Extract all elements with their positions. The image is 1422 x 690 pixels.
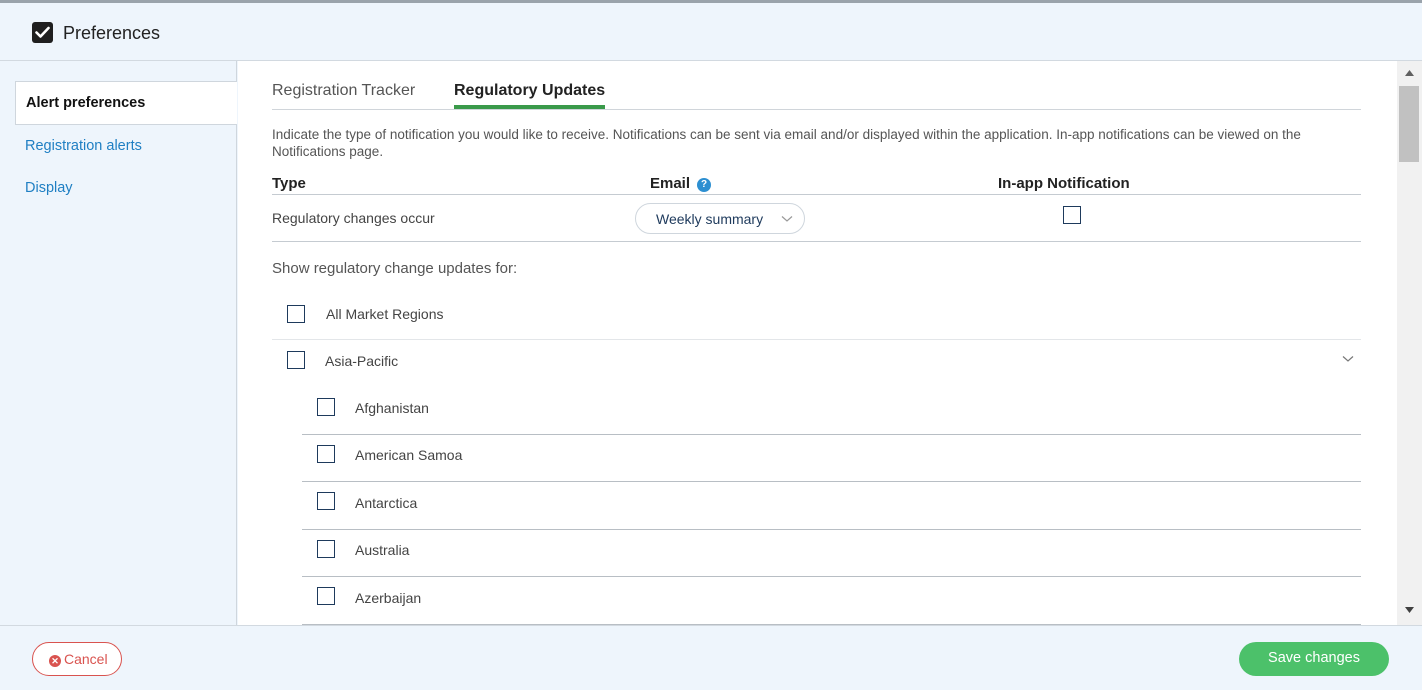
divider bbox=[302, 434, 1361, 435]
header-divider bbox=[272, 194, 1361, 195]
chevron-down-icon[interactable] bbox=[1342, 355, 1354, 363]
cancel-label: Cancel bbox=[64, 651, 108, 667]
asia-pacific-checkbox[interactable] bbox=[287, 351, 305, 369]
country-checkbox-azerbaijan[interactable] bbox=[317, 587, 335, 605]
row-label-regulatory-changes: Regulatory changes occur bbox=[272, 210, 435, 226]
column-header-inapp: In-app Notification bbox=[998, 175, 1130, 192]
dialog-title: Preferences bbox=[63, 23, 161, 43]
tab-regulatory-updates[interactable]: Regulatory Updates bbox=[454, 82, 606, 109]
country-label: Australia bbox=[355, 542, 410, 558]
inapp-notification-checkbox[interactable] bbox=[1063, 206, 1081, 224]
divider bbox=[302, 481, 1361, 482]
save-changes-button[interactable]: Save changes bbox=[1239, 642, 1389, 676]
help-icon[interactable]: ? bbox=[697, 178, 712, 192]
email-frequency-select[interactable]: Weekly summary bbox=[635, 203, 805, 234]
dialog-footer: ✕ Cancel Save changes bbox=[0, 625, 1422, 690]
tab-divider bbox=[272, 109, 1361, 110]
country-checkbox-afghanistan[interactable] bbox=[317, 398, 335, 416]
sidebar-item-display[interactable]: Display bbox=[15, 167, 237, 211]
row-divider bbox=[272, 241, 1361, 242]
country-label: Antarctica bbox=[355, 495, 418, 511]
tab-registration-tracker[interactable]: Registration Tracker bbox=[272, 82, 415, 109]
scrollbar-thumb[interactable] bbox=[1399, 86, 1419, 162]
divider bbox=[272, 339, 1361, 340]
column-header-email-label: Email bbox=[650, 175, 691, 192]
asia-pacific-label: Asia-Pacific bbox=[325, 353, 399, 369]
description-text: Indicate the type of notification you wo… bbox=[272, 127, 1301, 159]
checkbox-checked-icon bbox=[32, 22, 53, 43]
country-label: Azerbaijan bbox=[355, 590, 422, 606]
country-label: Afghanistan bbox=[355, 400, 429, 416]
regions-label: Show regulatory change updates for: bbox=[272, 260, 518, 277]
scroll-down-arrow-icon[interactable] bbox=[1405, 607, 1414, 613]
email-frequency-value: Weekly summary bbox=[656, 211, 764, 227]
sidebar-item-registration-alerts[interactable]: Registration alerts bbox=[15, 125, 237, 169]
close-circle-icon: ✕ bbox=[49, 655, 61, 667]
country-checkbox-antarctica[interactable] bbox=[317, 492, 335, 510]
all-market-regions-checkbox[interactable] bbox=[287, 305, 305, 323]
sidebar: Alert preferences Registration alerts Di… bbox=[0, 61, 237, 625]
dialog-header: Preferences bbox=[0, 3, 1422, 61]
cancel-button[interactable]: ✕ Cancel bbox=[32, 642, 122, 676]
all-market-regions-label: All Market Regions bbox=[326, 306, 444, 322]
main-panel: Registration Tracker Regulatory Updates … bbox=[238, 61, 1397, 625]
chevron-down-icon bbox=[781, 216, 793, 222]
country-checkbox-american-samoa[interactable] bbox=[317, 445, 335, 463]
divider bbox=[302, 529, 1361, 530]
country-checkbox-australia[interactable] bbox=[317, 540, 335, 558]
sidebar-item-alert-preferences[interactable]: Alert preferences bbox=[15, 81, 237, 125]
divider bbox=[302, 576, 1361, 577]
country-label: American Samoa bbox=[355, 447, 463, 463]
column-header-email: Email? bbox=[650, 175, 712, 192]
scroll-up-arrow-icon[interactable] bbox=[1405, 70, 1414, 76]
column-header-type: Type bbox=[272, 175, 306, 192]
